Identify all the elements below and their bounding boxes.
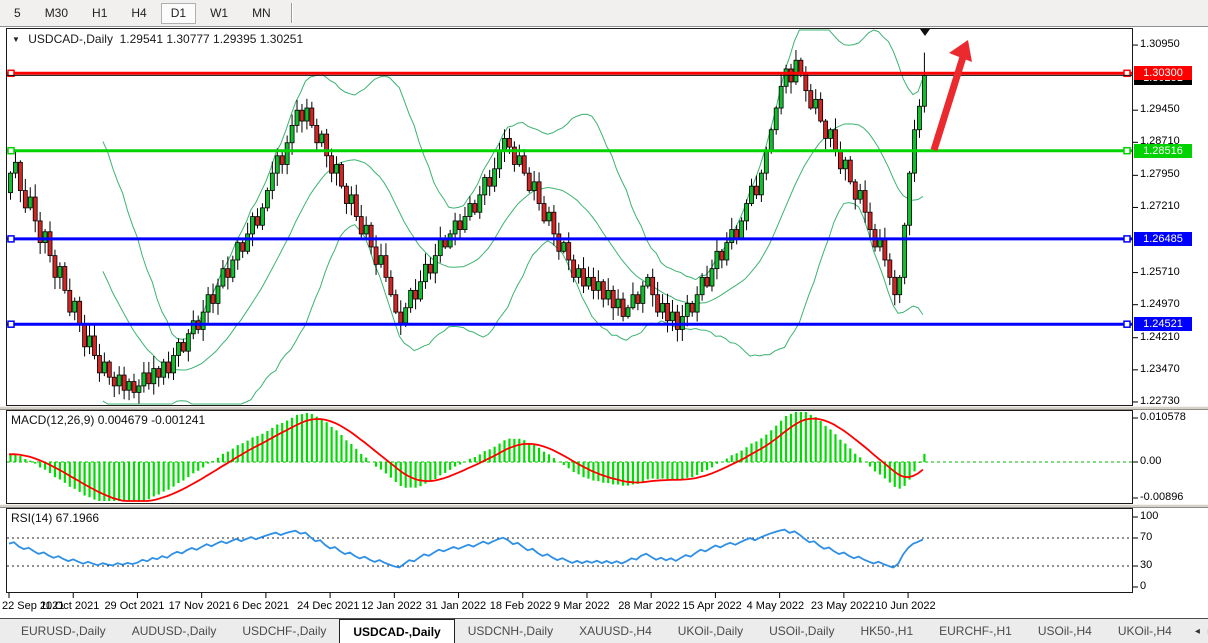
tab-usdcnh-daily[interactable]: USDCNH-,Daily <box>455 619 566 643</box>
price-axis-label: 1.22730 <box>1140 395 1180 407</box>
chart-symbol-label: USDCAD-,Daily <box>28 32 113 46</box>
date-axis-label: 12 Jan 2022 <box>361 600 422 612</box>
price-axis-label: 1.27950 <box>1140 168 1180 180</box>
date-axis-label: 15 Apr 2022 <box>682 600 741 612</box>
date-axis-label: 28 Mar 2022 <box>618 600 680 612</box>
date-axis-label: 4 May 2022 <box>747 600 804 612</box>
rsi-axis-label: 30 <box>1140 559 1152 571</box>
tab-ukoil-h4[interactable]: UKOil-,H4 <box>1105 619 1185 643</box>
tab-audusd-daily[interactable]: AUDUSD-,Daily <box>119 619 230 643</box>
rsi-indicator-label: RSI(14) 67.1966 <box>11 511 99 525</box>
date-axis-label: 6 Dec 2021 <box>233 600 289 612</box>
tab-eurusd-daily[interactable]: EURUSD-,Daily <box>8 619 119 643</box>
tab-eurchf-h1[interactable]: EURCHF-,H1 <box>926 619 1025 643</box>
tab-scroll-controls: ◂▸ <box>1185 619 1208 643</box>
level-price-badge: 1.30300 <box>1134 66 1192 80</box>
rsi-indicator-panel[interactable] <box>6 508 1133 593</box>
date-axis-label: 10 Jun 2022 <box>875 600 936 612</box>
price-axis-label: 1.25710 <box>1140 266 1180 278</box>
macd-indicator-label: MACD(12,26,9) 0.004679 -0.001241 <box>11 413 205 427</box>
tab-usdcad-daily[interactable]: USDCAD-,Daily <box>339 619 454 643</box>
timeframe-button-h1[interactable]: H1 <box>82 3 117 24</box>
macd-axis-label: -0.00896 <box>1140 491 1183 503</box>
date-axis-label: 24 Dec 2021 <box>297 600 359 612</box>
level-price-badge: 1.28516 <box>1134 144 1192 158</box>
rsi-axis-label: 0 <box>1140 580 1146 592</box>
price-axis-label: 1.30950 <box>1140 38 1180 50</box>
price-axis-label: 1.24210 <box>1140 331 1180 343</box>
tab-scroll-left-icon[interactable]: ◂ <box>1195 626 1200 637</box>
tab-ukoil-daily[interactable]: UKOil-,Daily <box>665 619 756 643</box>
price-axis-label: 1.23470 <box>1140 363 1180 375</box>
timeframe-button-mn[interactable]: MN <box>242 3 281 24</box>
chart-tab-bar: EURUSD-,DailyAUDUSD-,DailyUSDCHF-,DailyU… <box>0 618 1208 643</box>
price-axis-label: 1.27210 <box>1140 200 1180 212</box>
terminal-window: 5M30H1H4D1W1MN ▼ USDCAD-,Daily 1.29541 1… <box>0 0 1208 643</box>
macd-axis-label: 0.010578 <box>1140 411 1186 423</box>
timeframe-button-d1[interactable]: D1 <box>161 3 196 24</box>
date-axis-label: 9 Mar 2022 <box>554 600 610 612</box>
tab-usdchf-daily[interactable]: USDCHF-,Daily <box>229 619 339 643</box>
timeframe-button-h4[interactable]: H4 <box>121 3 156 24</box>
timeframe-button-w1[interactable]: W1 <box>200 3 238 24</box>
price-axis-label: 1.29450 <box>1140 103 1180 115</box>
timeframe-button-5[interactable]: 5 <box>4 3 31 24</box>
chart-ohlc-values: 1.29541 1.30777 1.29395 1.30251 <box>120 32 304 46</box>
date-axis-label: 11 Oct 2021 <box>40 600 99 612</box>
tab-usoil-daily[interactable]: USOil-,Daily <box>756 619 847 643</box>
rsi-axis-label: 100 <box>1140 510 1158 522</box>
price-chart-panel[interactable] <box>6 28 1133 406</box>
timeframe-button-m30[interactable]: M30 <box>35 3 78 24</box>
macd-axis-label: 0.00 <box>1140 455 1161 467</box>
chart-collapse-icon[interactable]: ▼ <box>12 35 20 44</box>
price-axis-label: 1.24970 <box>1140 298 1180 310</box>
rsi-axis-label: 70 <box>1140 531 1152 543</box>
date-axis-label: 31 Jan 2022 <box>426 600 487 612</box>
date-axis-label: 23 May 2022 <box>811 600 875 612</box>
date-axis-label: 18 Feb 2022 <box>490 600 552 612</box>
date-axis-label: 29 Oct 2021 <box>104 600 164 612</box>
toolbar-separator <box>291 3 292 23</box>
level-price-badge: 1.24521 <box>1134 317 1192 331</box>
tab-xauusd-h4[interactable]: XAUUSD-,H4 <box>566 619 665 643</box>
chart-title: ▼ USDCAD-,Daily 1.29541 1.30777 1.29395 … <box>12 32 303 46</box>
date-axis-label: 17 Nov 2021 <box>169 600 231 612</box>
tab-hk50-h1[interactable]: HK50-,H1 <box>847 619 926 643</box>
tab-usoil-h4[interactable]: USOil-,H4 <box>1025 619 1105 643</box>
level-price-badge: 1.26485 <box>1134 232 1192 246</box>
timeframe-toolbar: 5M30H1H4D1W1MN <box>0 0 1208 27</box>
